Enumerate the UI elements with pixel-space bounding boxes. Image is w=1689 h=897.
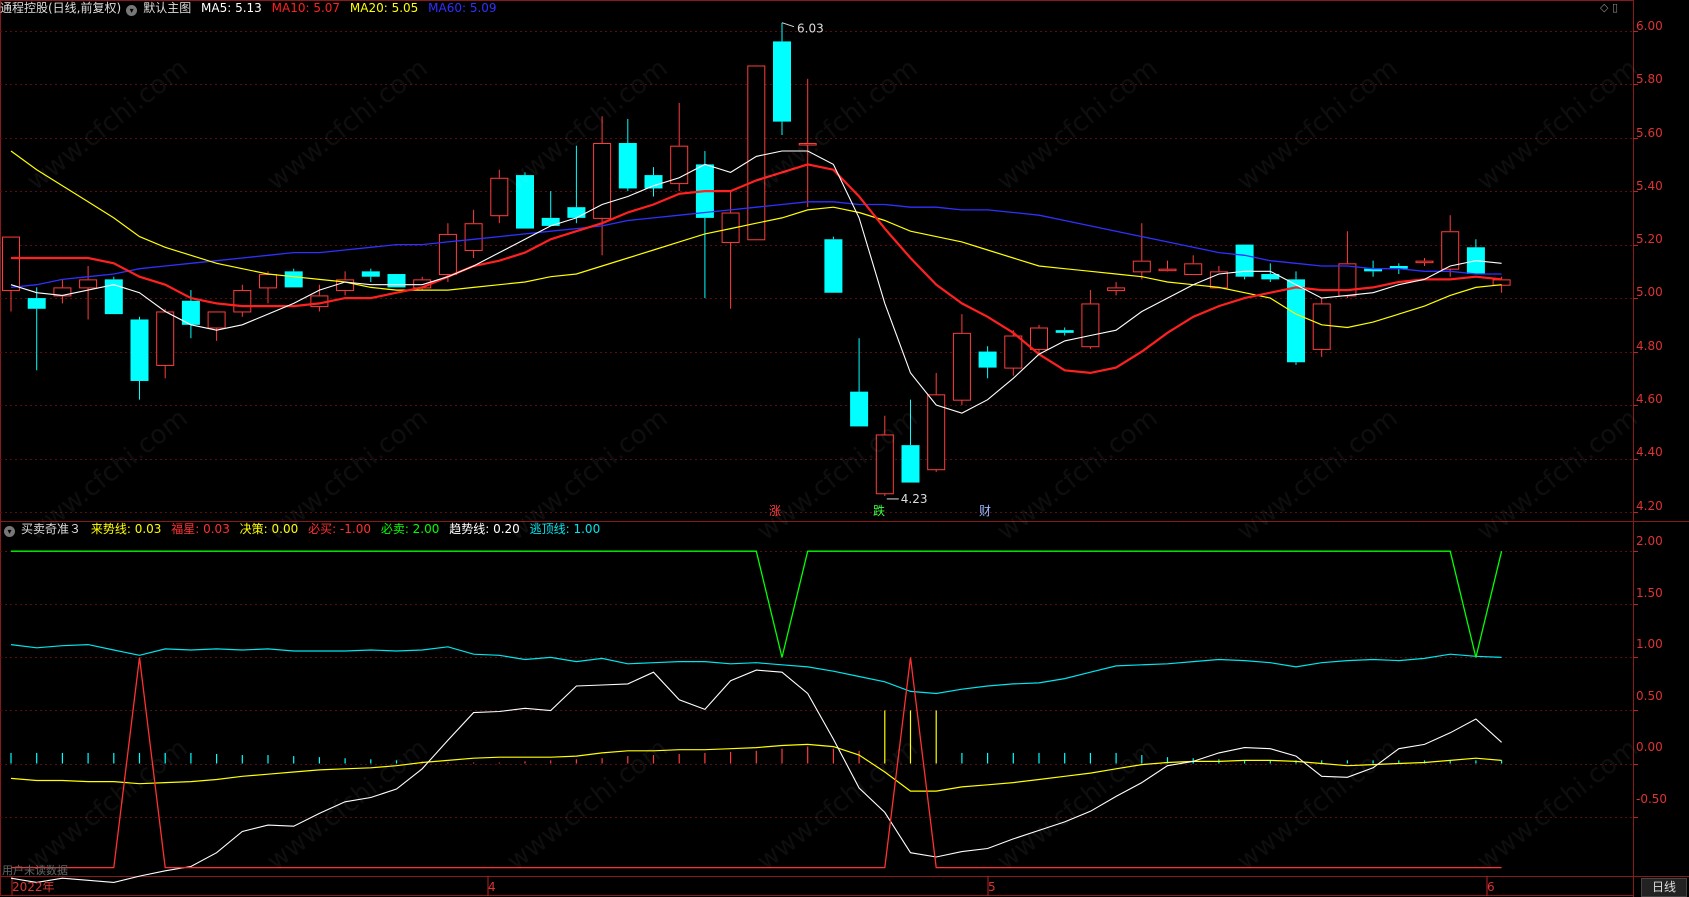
indicator-header: ▾ 买卖奇准３ 来势线: 0.03 福星: 0.03 决策: 0.00 必买: -… [0, 521, 606, 537]
period-tab-daily[interactable]: 日线 [1641, 878, 1687, 897]
candle-body [156, 311, 175, 366]
candle-body [490, 177, 509, 217]
candle-body [1184, 263, 1203, 276]
candle-body [284, 271, 303, 288]
candle-body [1441, 231, 1460, 270]
panel-control-icons[interactable]: ◇ ▯ [1600, 1, 1618, 14]
indicator-axis-label: 2.00 [1636, 534, 1663, 548]
candle-body [1492, 279, 1511, 286]
candle-body [798, 143, 817, 146]
candle-body [850, 391, 869, 427]
candle-body [773, 41, 791, 122]
indicator-axis-label: 1.00 [1636, 637, 1663, 651]
candle-body [901, 445, 920, 483]
main-header: 通程控股(日线,前复权) ▾ 默认主图 MA5: 5.13 MA10: 5.07 M… [0, 0, 503, 16]
candle-body [1132, 260, 1151, 273]
plot-frame [0, 0, 1634, 896]
indicator-title[interactable]: 买卖奇准３ [21, 522, 81, 536]
price-axis-label: 5.80 [1636, 72, 1663, 86]
price-axis-label: 4.40 [1636, 445, 1663, 459]
high-marker [781, 22, 795, 28]
candle-body [824, 239, 843, 293]
price-axis-label: 4.20 [1636, 499, 1663, 513]
event-flag-rise[interactable]: 涨 [769, 505, 781, 517]
indicator-axis-label: 0.00 [1636, 740, 1663, 754]
template-icon[interactable]: ▾ [126, 5, 138, 16]
candle-body [1158, 268, 1177, 272]
indicator-axis-label: 0.50 [1636, 689, 1663, 703]
candle-body [875, 434, 894, 495]
fu-value: 福星: 0.03 [171, 522, 230, 536]
candle-body [233, 290, 252, 313]
candle-body [207, 311, 226, 329]
taoding-value: 逃顶线: 1.00 [529, 522, 601, 536]
candle-body [747, 65, 766, 241]
template-name[interactable]: 默认主图 [143, 1, 191, 15]
qushi-value: 趋势线: 0.20 [449, 522, 520, 536]
candle-body [79, 279, 98, 289]
candle-body [1081, 303, 1100, 348]
candle-body [644, 175, 663, 189]
ma10-value: MA10: 5.07 [271, 1, 341, 15]
indicator-axis-label: -0.50 [1636, 792, 1668, 806]
lai-value: 来势线: 0.03 [90, 522, 162, 536]
date-axis-label: 6 [1487, 880, 1495, 894]
candle-body [1030, 327, 1048, 350]
stock-title[interactable]: 通程控股(日线,前复权) [0, 1, 121, 15]
candle-body [567, 207, 586, 218]
candle-body [438, 233, 457, 276]
price-axis-label: 4.80 [1636, 339, 1663, 353]
indicator-axis-label: 1.50 [1636, 586, 1663, 600]
taoding-line [10, 643, 1502, 695]
chart-canvas[interactable]: 6.03 4.23 [0, 0, 1689, 897]
candle-body [516, 175, 534, 229]
candle-body [387, 274, 406, 288]
candle-body [464, 223, 483, 251]
candle-body [27, 298, 46, 309]
jue-value: 决策: 0.00 [239, 522, 299, 536]
ma20-value: MA20: 5.05 [349, 1, 419, 15]
candle-body [361, 271, 380, 277]
candle-body [259, 274, 277, 289]
ma60-value: MA60: 5.09 [428, 1, 497, 15]
qushi-line [10, 669, 1502, 883]
candle-body [130, 319, 149, 381]
price-axis-label: 5.40 [1636, 179, 1663, 193]
candle-body [978, 351, 997, 368]
high-price-label: 6.03 [797, 22, 824, 36]
date-axis-label: 4 [488, 880, 496, 894]
candle-body [1004, 335, 1023, 369]
candle-body [1312, 303, 1331, 350]
price-axis-label: 4.60 [1636, 392, 1663, 406]
candle-body [927, 394, 946, 471]
price-axis-label: 5.00 [1636, 285, 1663, 299]
candle-body [1055, 330, 1074, 333]
price-axis-label: 6.00 [1636, 19, 1663, 33]
event-flag-finance[interactable]: 财 [979, 505, 991, 517]
candle-body [1287, 279, 1305, 363]
price-axis-label: 5.60 [1636, 126, 1663, 140]
candle-body [2, 236, 20, 292]
ma5-value: MA5: 5.13 [201, 1, 262, 15]
event-flag-fall[interactable]: 跌 [873, 505, 885, 517]
candle-body [541, 217, 560, 226]
date-axis-label: 2022年 [12, 880, 55, 894]
candle-body [1415, 260, 1434, 264]
price-axis-label: 5.20 [1636, 232, 1663, 246]
candle-body [952, 332, 971, 401]
bimai2-value: 必卖: 2.00 [380, 522, 440, 536]
low-price-label: 4.23 [901, 492, 928, 506]
indicator-menu-icon[interactable]: ▾ [4, 526, 15, 537]
candle-body [618, 143, 637, 189]
status-text: 用户未读数据 [2, 864, 68, 877]
date-axis-label: 5 [988, 880, 996, 894]
candle-body [1107, 287, 1126, 292]
bimai-value: 必买: -1.00 [308, 522, 371, 536]
